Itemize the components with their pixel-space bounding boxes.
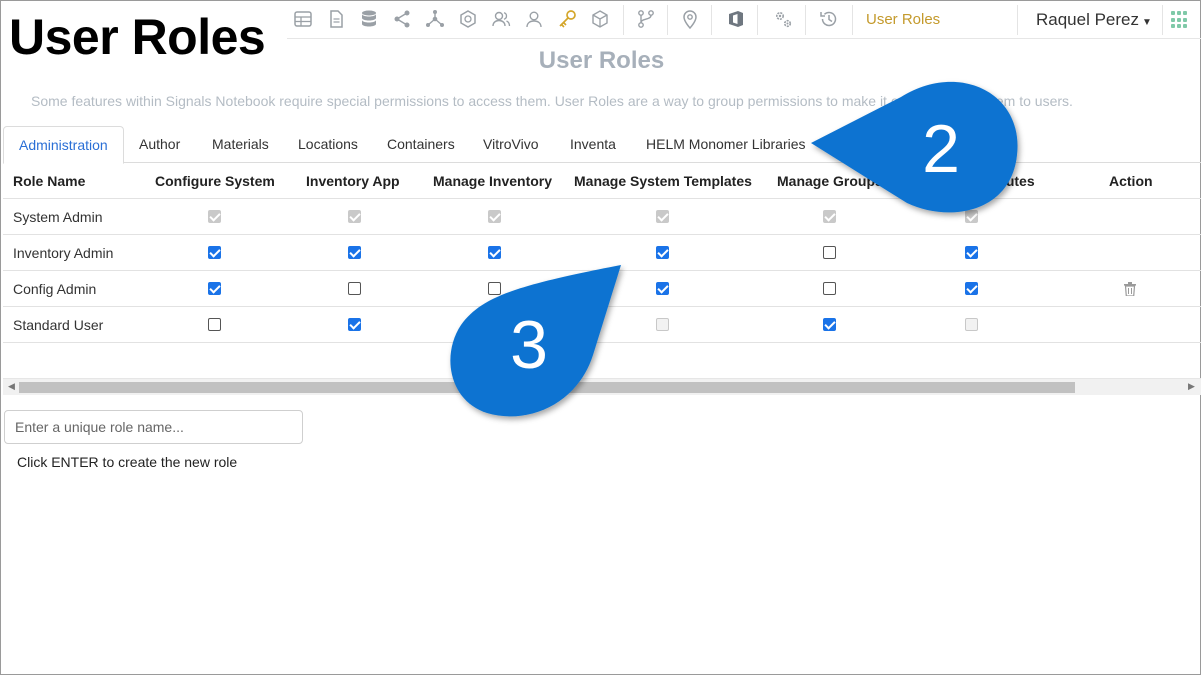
permission-checkbox	[488, 210, 501, 223]
toolbar-divider	[805, 5, 806, 35]
permission-checkbox[interactable]	[656, 246, 669, 259]
column-header: Action	[1109, 173, 1153, 189]
permission-checkbox	[656, 210, 669, 223]
callout-2: 2	[809, 73, 1021, 221]
tab-administration[interactable]: Administration	[3, 126, 124, 164]
toolbar-divider	[757, 5, 758, 35]
callout-3: 3	[447, 263, 627, 425]
permission-checkbox	[348, 210, 361, 223]
permission-checkbox[interactable]	[656, 282, 669, 295]
database-icon[interactable]	[358, 8, 380, 30]
role-name: Standard User	[13, 317, 104, 333]
role-name: Inventory Admin	[13, 245, 114, 261]
column-header: Manage Inventory	[433, 173, 553, 189]
column-header: Inventory App	[306, 173, 400, 189]
column-header: Role Name	[13, 173, 86, 189]
permission-checkbox[interactable]	[348, 282, 361, 295]
user-name: Raquel Perez	[1036, 10, 1140, 29]
tab-vitrovivo[interactable]: VitroVivo	[468, 126, 554, 163]
workflow-icon[interactable]	[635, 8, 657, 30]
tab-containers[interactable]: Containers	[372, 126, 470, 163]
users-icon[interactable]	[490, 8, 512, 30]
permission-checkbox[interactable]	[965, 282, 978, 295]
hexagon-icon[interactable]	[457, 8, 479, 30]
toolbar-divider	[852, 5, 853, 35]
share-icon[interactable]	[391, 8, 413, 30]
table-icon[interactable]	[292, 8, 314, 30]
tab-locations[interactable]: Locations	[283, 126, 373, 163]
permission-checkbox[interactable]	[823, 246, 836, 259]
tab-inventa[interactable]: Inventa	[555, 126, 631, 163]
scroll-left-icon[interactable]: ◀	[8, 382, 15, 392]
tab-helm-monomer-libraries[interactable]: HELM Monomer Libraries	[631, 126, 821, 163]
new-role-hint: Click ENTER to create the new role	[17, 454, 238, 470]
tab-materials[interactable]: Materials	[197, 126, 284, 163]
network-icon[interactable]	[424, 8, 446, 30]
page-title: User Roles	[538, 47, 665, 74]
app-window: User Roles Raquel Perez ▼ User Roles User…	[0, 0, 1201, 675]
new-role-name-input[interactable]	[4, 410, 303, 444]
role-name: System Admin	[13, 209, 103, 225]
permission-checkbox[interactable]	[208, 318, 221, 331]
document-icon[interactable]	[325, 8, 347, 30]
key-icon[interactable]	[556, 8, 578, 30]
toolbar-divider	[1162, 5, 1163, 35]
permission-checkbox	[965, 318, 978, 331]
office-icon[interactable]	[725, 8, 747, 30]
user-menu[interactable]: Raquel Perez ▼	[1036, 10, 1152, 30]
permission-tabs: Administration Author Materials Location…	[3, 126, 1201, 164]
permission-checkbox[interactable]	[208, 282, 221, 295]
apps-grid-icon[interactable]	[1171, 11, 1189, 29]
toolbar-divider	[667, 5, 668, 35]
callout-number: 3	[510, 307, 548, 383]
permission-checkbox[interactable]	[208, 246, 221, 259]
table-row: System Admin	[3, 199, 1201, 235]
permission-checkbox[interactable]	[823, 318, 836, 331]
toolbar-divider	[711, 5, 712, 35]
top-toolbar: User Roles Raquel Perez ▼	[287, 1, 1201, 39]
permission-checkbox	[208, 210, 221, 223]
toolbar-divider	[623, 5, 624, 35]
location-pin-icon[interactable]	[679, 8, 701, 30]
column-header: Configure System	[155, 173, 275, 189]
callout-number: 2	[922, 111, 960, 187]
toolbar-divider	[1017, 5, 1018, 35]
role-name: Config Admin	[13, 281, 97, 297]
cube-icon[interactable]	[589, 8, 611, 30]
permission-checkbox[interactable]	[348, 318, 361, 331]
permission-checkbox[interactable]	[488, 246, 501, 259]
permission-checkbox[interactable]	[348, 246, 361, 259]
permission-checkbox[interactable]	[965, 246, 978, 259]
tab-author[interactable]: Author	[124, 126, 195, 163]
permission-checkbox	[656, 318, 669, 331]
scroll-right-icon[interactable]: ▶	[1188, 382, 1195, 392]
permission-checkbox[interactable]	[823, 282, 836, 295]
chevron-down-icon: ▼	[1142, 17, 1152, 28]
breadcrumb[interactable]: User Roles	[866, 11, 940, 28]
user-icon[interactable]	[523, 8, 545, 30]
settings-gears-icon[interactable]	[772, 8, 794, 30]
history-icon[interactable]	[818, 8, 840, 30]
table-header: Role Name Configure System Inventory App…	[3, 163, 1201, 199]
trash-icon[interactable]	[1124, 282, 1136, 297]
column-header: Manage System Templates	[574, 173, 752, 189]
